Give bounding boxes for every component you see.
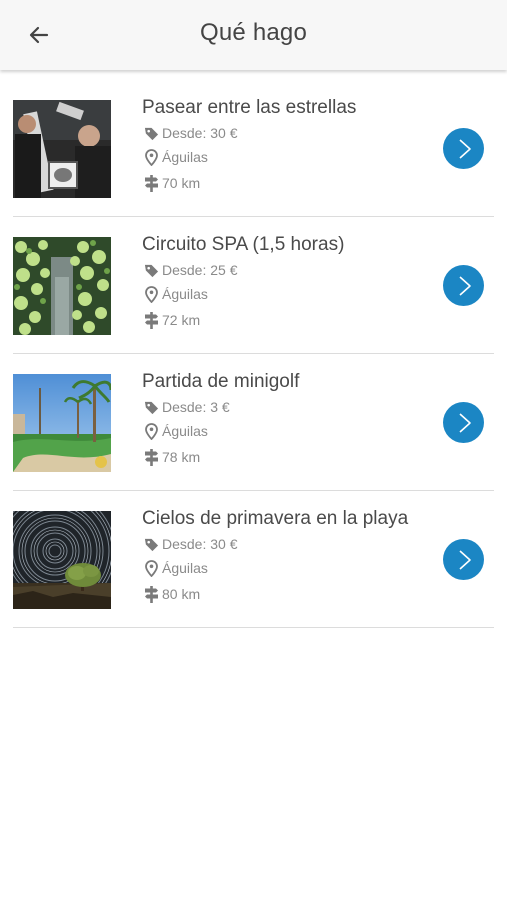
chevron-right-icon	[458, 138, 471, 159]
activity-thumbnail	[13, 100, 111, 198]
open-activity-button[interactable]	[443, 402, 484, 443]
distance-text: 72 km	[162, 312, 201, 328]
open-activity-button[interactable]	[443, 265, 484, 306]
activity-location: Águilas	[142, 559, 208, 577]
location-pin-icon	[142, 148, 160, 166]
activity-title: Cielos de primavera en la playa	[142, 508, 409, 529]
price-text: Desde: 30 €	[162, 536, 238, 552]
distance-text: 70 km	[162, 175, 201, 191]
activity-location: Águilas	[142, 422, 208, 440]
activity-title: Pasear entre las estrellas	[142, 97, 357, 118]
activity-location: Águilas	[142, 148, 208, 166]
activity-distance: 78 km	[142, 448, 200, 466]
signpost-icon	[142, 311, 160, 329]
chevron-right-icon	[458, 549, 471, 570]
signpost-icon	[142, 585, 160, 603]
activity-distance: 80 km	[142, 585, 200, 603]
page-title: Qué hago	[199, 19, 308, 46]
price-tag-icon	[142, 398, 160, 416]
list-item[interactable]: Circuito SPA (1,5 horas) Desde: 25 € Águ…	[13, 217, 494, 354]
app-screen: Qué hago Pasear entre las estrellas Desd…	[0, 0, 507, 900]
price-text: Desde: 30 €	[162, 125, 238, 141]
location-text: Águilas	[162, 149, 208, 165]
open-activity-button[interactable]	[443, 128, 484, 169]
signpost-icon	[142, 448, 160, 466]
price-text: Desde: 3 €	[162, 399, 230, 415]
chevron-right-icon	[458, 275, 471, 296]
price-tag-icon	[142, 261, 160, 279]
price-text: Desde: 25 €	[162, 262, 238, 278]
distance-text: 80 km	[162, 586, 201, 602]
activity-distance: 70 km	[142, 174, 200, 192]
distance-text: 78 km	[162, 449, 201, 465]
signpost-icon	[142, 174, 160, 192]
location-pin-icon	[142, 285, 160, 303]
activity-title: Partida de minigolf	[142, 371, 300, 392]
location-pin-icon	[142, 422, 160, 440]
activity-thumbnail	[13, 237, 111, 335]
price-tag-icon	[142, 124, 160, 142]
activity-thumbnail	[13, 374, 111, 472]
location-text: Águilas	[162, 560, 208, 576]
location-text: Águilas	[162, 423, 208, 439]
activity-thumbnail	[13, 511, 111, 609]
activity-title: Circuito SPA (1,5 horas)	[142, 234, 345, 255]
activity-price: Desde: 30 €	[142, 535, 238, 553]
activity-list: Pasear entre las estrellas Desde: 30 € Á…	[13, 80, 494, 628]
activity-location: Águilas	[142, 285, 208, 303]
activity-price: Desde: 25 €	[142, 261, 238, 279]
location-pin-icon	[142, 559, 160, 577]
chevron-right-icon	[458, 412, 471, 433]
location-text: Águilas	[162, 286, 208, 302]
open-activity-button[interactable]	[443, 539, 484, 580]
list-item[interactable]: Partida de minigolf Desde: 3 € Águilas 7…	[13, 354, 494, 491]
list-item[interactable]: Pasear entre las estrellas Desde: 30 € Á…	[13, 80, 494, 217]
activity-distance: 72 km	[142, 311, 200, 329]
activity-price: Desde: 30 €	[142, 124, 238, 142]
list-item[interactable]: Cielos de primavera en la playa Desde: 3…	[13, 491, 494, 628]
top-app-bar: Qué hago	[0, 0, 507, 70]
activity-price: Desde: 3 €	[142, 398, 230, 416]
price-tag-icon	[142, 535, 160, 553]
